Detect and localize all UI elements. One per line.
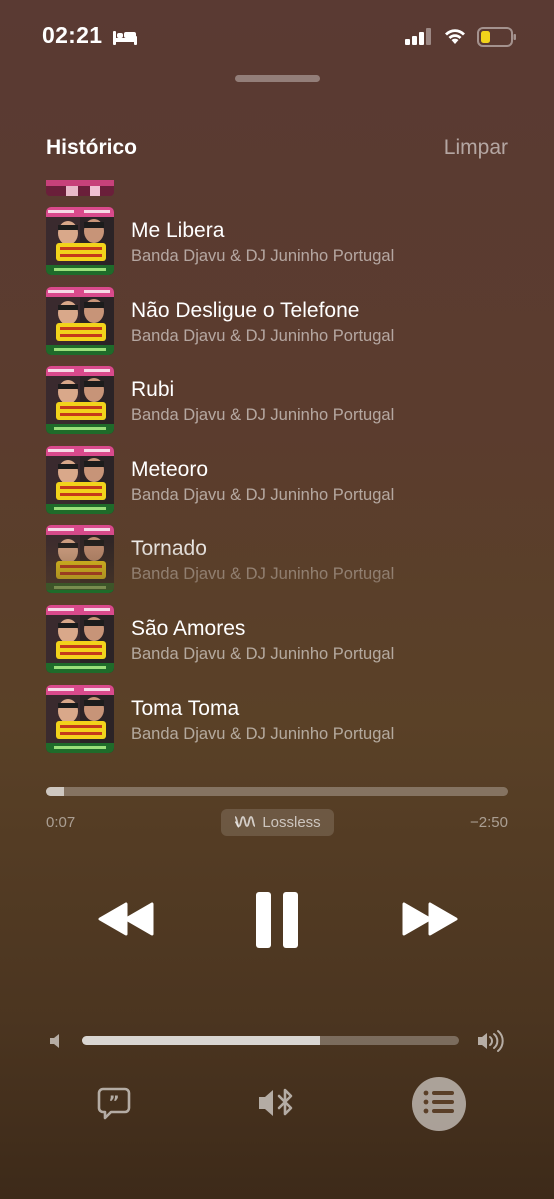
track-row[interactable]: São Amores Banda Djavu & DJ Juninho Portu… xyxy=(0,605,554,675)
remaining-time: −2:50 xyxy=(470,814,508,831)
track-artist: Banda Djavu & DJ Juninho Portugal xyxy=(131,485,395,504)
lyrics-button[interactable]: ” xyxy=(97,1086,131,1125)
volume-low-icon xyxy=(48,1032,64,1055)
album-art-icon xyxy=(46,207,114,275)
fast-forward-icon xyxy=(400,902,460,942)
volume-high-icon xyxy=(476,1028,506,1059)
cellular-signal-icon xyxy=(405,28,433,50)
elapsed-time: 0:07 xyxy=(46,814,76,831)
track-artist: Banda Djavu & DJ Juninho Portugal xyxy=(131,724,395,743)
pause-icon xyxy=(254,892,300,954)
rewind-button[interactable] xyxy=(96,900,156,943)
status-time: 02:21 xyxy=(42,22,103,48)
track-artist: Banda Djavu & DJ Juninho Portugal xyxy=(131,406,395,425)
album-art-icon xyxy=(46,445,114,514)
svg-text:”: ” xyxy=(108,1093,119,1113)
track-artist: Banda Djavu & DJ Juninho Portugal xyxy=(131,645,395,663)
track-title: Me Libera xyxy=(131,219,225,242)
history-title: Histórico xyxy=(46,136,138,159)
album-art-icon xyxy=(46,684,114,753)
track-row[interactable]: Tornado Banda Djavu & DJ Juninho Portugal xyxy=(0,525,554,595)
track-title: Não Desligue o Telefone xyxy=(131,298,360,322)
track-title: Rubi xyxy=(131,378,175,402)
lossless-label: Lossless xyxy=(262,814,321,831)
audio-output-button[interactable] xyxy=(256,1086,298,1125)
history-list[interactable]: Me Libera Banda Djavu & DJ Juninho Portug… xyxy=(0,180,554,760)
album-art-icon xyxy=(46,366,114,435)
album-art-icon xyxy=(46,605,114,673)
track-artist: Banda Djavu & DJ Juninho Portugal xyxy=(131,247,395,265)
lyrics-icon: ” xyxy=(97,1087,131,1124)
pause-button[interactable] xyxy=(254,890,300,955)
album-art-icon xyxy=(46,286,114,355)
clear-button[interactable]: Limpar xyxy=(444,136,508,160)
track-title: Toma Toma xyxy=(131,696,240,720)
playback-progress-slider[interactable] xyxy=(46,787,508,796)
sheet-grabber[interactable] xyxy=(235,75,320,82)
track-row[interactable]: Me Libera Banda Djavu & DJ Juninho Portug… xyxy=(0,207,554,277)
progress-fill xyxy=(46,787,65,796)
rewind-icon xyxy=(96,902,156,942)
track-title: Tornado xyxy=(131,537,207,561)
wifi-icon xyxy=(443,25,467,50)
album-art-icon xyxy=(46,180,114,196)
battery-low-icon xyxy=(477,26,517,53)
lossless-badge[interactable]: Lossless xyxy=(221,809,334,836)
track-title: Meteoro xyxy=(131,457,209,481)
airplay-bluetooth-icon xyxy=(256,1088,298,1124)
album-art-icon xyxy=(46,525,114,594)
track-artist: Banda Djavu & DJ Juninho Portugal xyxy=(131,565,395,584)
volume-slider[interactable] xyxy=(82,1036,459,1045)
track-title: São Amores xyxy=(131,617,246,640)
track-row[interactable]: Meteoro Banda Djavu & DJ Juninho Portugal xyxy=(0,445,554,516)
track-row[interactable]: Rubi Banda Djavu & DJ Juninho Portugal xyxy=(0,366,554,436)
bed-icon xyxy=(112,28,138,51)
queue-icon xyxy=(423,1089,455,1120)
lossless-icon xyxy=(234,814,256,832)
track-artist: Banda Djavu & DJ Juninho Portugal xyxy=(131,326,395,345)
track-row[interactable]: Toma Toma Banda Djavu & DJ Juninho Portug… xyxy=(0,684,554,755)
volume-fill xyxy=(82,1036,320,1045)
track-row[interactable]: Não Desligue o Telefone Banda Djavu & DJ … xyxy=(0,286,554,357)
fast-forward-button[interactable] xyxy=(400,900,460,943)
queue-button[interactable] xyxy=(412,1077,466,1131)
